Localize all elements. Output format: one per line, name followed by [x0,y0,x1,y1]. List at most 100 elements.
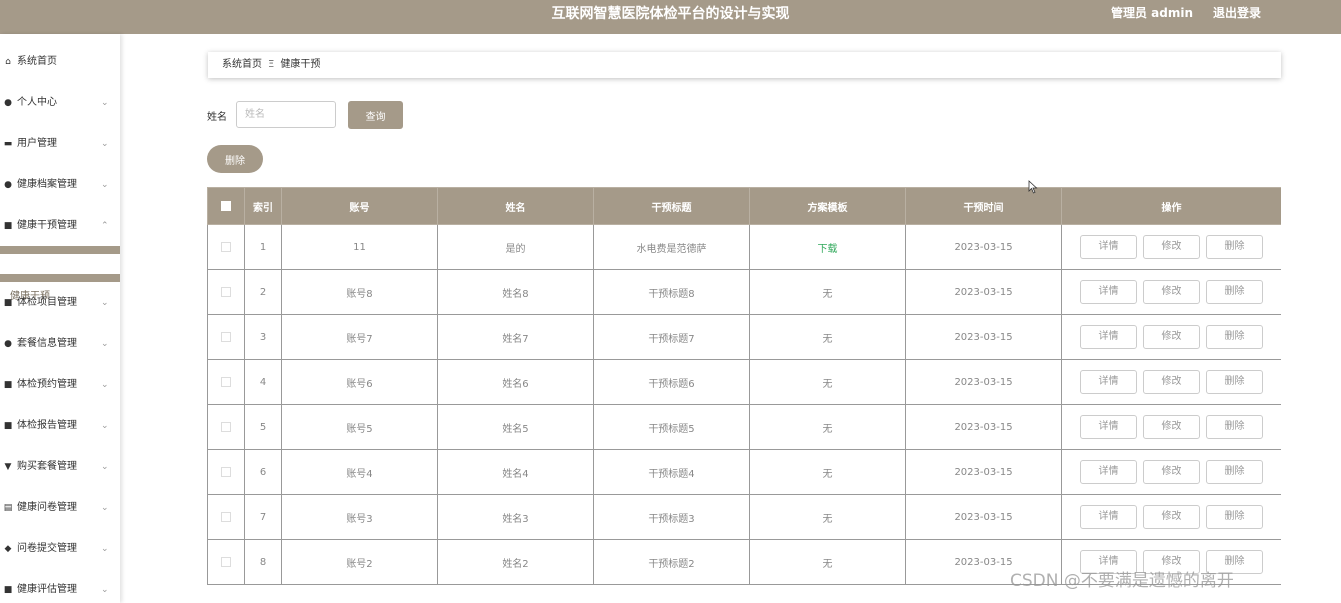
detail-button[interactable]: 详情 [1080,280,1137,304]
delete-button[interactable]: 删除 [1206,280,1263,304]
chevron-down-icon[interactable]: ⌄ [101,174,109,196]
row-select-cell[interactable] [207,494,245,540]
cell-text: 姓名6 [502,378,529,390]
breadcrumb-separator-icon: Ξ [268,59,275,70]
row-checkbox[interactable] [221,511,231,522]
sidebar-item-12[interactable]: ■ 健康评估管理 ⌄ [0,579,120,601]
chevron-down-icon[interactable]: ⌄ [101,579,109,601]
row-select-cell[interactable] [207,404,245,450]
search-name-input[interactable] [236,101,336,128]
edit-button[interactable]: 修改 [1143,280,1200,304]
chevron-up-icon[interactable]: ⌃ [101,215,109,237]
cell-text: 账号5 [346,423,373,435]
delete-button[interactable]: 删除 [1206,235,1263,259]
detail-button[interactable]: 详情 [1080,460,1137,484]
cell-time: 2023-03-15 [905,359,1062,405]
cell-account: 账号7 [281,314,438,360]
edit-button[interactable]: 修改 [1143,325,1200,349]
edit-button[interactable]: 修改 [1143,235,1200,259]
edit-button[interactable]: 修改 [1143,370,1200,394]
sidebar-item-9[interactable]: ▼ 购买套餐管理 ⌄ [0,456,120,478]
sidebar-item-1[interactable]: ● 个人中心 ⌄ [0,92,120,114]
chevron-down-icon[interactable]: ⌄ [101,456,109,478]
sidebar-item-label: 系统首页 [17,56,57,67]
chevron-down-icon[interactable]: ⌄ [101,292,109,314]
header-name: 姓名 [437,187,594,225]
sidebar-item-11[interactable]: ◆ 问卷提交管理 ⌄ [0,538,120,560]
chevron-down-icon[interactable]: ⌄ [101,415,109,437]
breadcrumb-home[interactable]: 系统首页 [222,59,262,70]
cell-account: 11 [281,224,438,270]
cell-text: 2023-03-15 [954,556,1013,568]
chevron-down-icon[interactable]: ⌄ [101,497,109,519]
sidebar-item-6[interactable]: ● 套餐信息管理 ⌄ [0,333,120,355]
grid-icon: ■ [3,421,13,431]
select-all-checkbox[interactable] [221,200,231,211]
header-select-all[interactable] [207,187,245,225]
detail-button[interactable]: 详情 [1080,325,1137,349]
sidebar-item-label: 用户管理 [17,138,57,149]
row-checkbox[interactable] [221,331,231,342]
chevron-down-icon[interactable]: ⌄ [101,92,109,114]
cell-text: 无 [822,513,833,525]
query-button[interactable]: 查询 [348,101,403,129]
header-time: 干预时间 [905,187,1062,225]
chevron-down-icon[interactable]: ⌄ [101,133,109,155]
submenu-bottom-bar [0,274,120,282]
delete-button[interactable]: 删除 [1206,460,1263,484]
row-checkbox[interactable] [221,241,231,252]
cell-template: 下载 [749,224,906,270]
delete-button[interactable]: 删除 [1206,415,1263,439]
chevron-down-icon[interactable]: ⌄ [101,538,109,560]
detail-button[interactable]: 详情 [1080,415,1137,439]
row-select-cell[interactable] [207,449,245,495]
cell-text: 8 [259,556,267,568]
row-select-cell[interactable] [207,224,245,270]
cell-name: 姓名7 [437,314,594,360]
chevron-down-icon[interactable]: ⌄ [101,333,109,355]
sidebar-item-5[interactable]: ■ 体检项目管理 ⌄ [0,292,120,314]
cell-account: 账号6 [281,359,438,405]
batch-delete-button[interactable]: 删除 [207,145,263,173]
detail-button[interactable]: 详情 [1080,235,1137,259]
row-checkbox[interactable] [221,376,231,387]
sidebar-item-label: 体检项目管理 [17,297,77,308]
row-checkbox[interactable] [221,466,231,477]
row-select-cell[interactable] [207,314,245,360]
sidebar-item-3[interactable]: ● 健康档案管理 ⌄ [0,174,120,196]
cell-text: 账号2 [346,558,373,570]
row-select-cell[interactable] [207,539,245,585]
sidebar-item-label: 健康干预管理 [17,220,77,231]
row-select-cell[interactable] [207,359,245,405]
cell-index: 3 [244,314,282,360]
delete-button[interactable]: 删除 [1206,325,1263,349]
intervention-table: 索引 账号 姓名 干预标题 方案模板 干预时间 操作 1 11 是的 水电费是范德萨下… [207,187,1281,603]
row-checkbox[interactable] [221,286,231,297]
delete-button[interactable]: 删除 [1206,505,1263,529]
cell-title: 干预标题7 [593,314,750,360]
sidebar-item-0[interactable]: ⌂ 系统首页 [0,51,120,73]
chevron-down-icon[interactable]: ⌄ [101,374,109,396]
cell-text: 账号6 [346,378,373,390]
sidebar-item-4[interactable]: ■ 健康干预管理 ⌃ [0,215,120,237]
sidebar-item-7[interactable]: ■ 体检预约管理 ⌄ [0,374,120,396]
logout-link[interactable]: 退出登录 [1213,0,1261,26]
row-checkbox[interactable] [221,421,231,432]
sidebar-item-2[interactable]: ▬ 用户管理 ⌄ [0,133,120,155]
edit-button[interactable]: 修改 [1143,415,1200,439]
cell-account: 账号4 [281,449,438,495]
edit-button[interactable]: 修改 [1143,505,1200,529]
sidebar-item-10[interactable]: ▤ 健康问卷管理 ⌄ [0,497,120,519]
delete-button[interactable]: 删除 [1206,370,1263,394]
detail-button[interactable]: 详情 [1080,370,1137,394]
download-link[interactable]: 下载 [818,244,838,255]
cell-index: 6 [244,449,282,495]
table-row: 3 账号7 姓名7 干预标题7 无 2023-03-15 详情 修改 删除 [207,314,1281,360]
sidebar-item-8[interactable]: ■ 体检报告管理 ⌄ [0,415,120,437]
row-checkbox[interactable] [221,556,231,567]
cell-name: 姓名4 [437,449,594,495]
edit-button[interactable]: 修改 [1143,460,1200,484]
detail-button[interactable]: 详情 [1080,505,1137,529]
row-select-cell[interactable] [207,269,245,315]
watermark: CSDN @不要满是遗憾的离开 [1010,571,1234,591]
